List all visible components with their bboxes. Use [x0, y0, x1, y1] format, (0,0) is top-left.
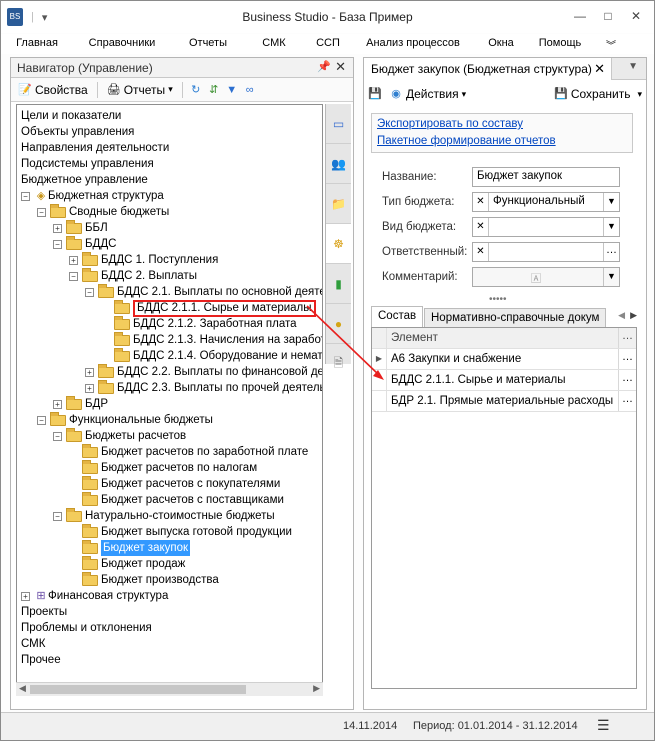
- status-date: 14.11.2014: [343, 720, 398, 732]
- status-period: Период: 01.01.2014 - 31.12.2014: [413, 720, 578, 732]
- annotation-arrow: [306, 305, 384, 380]
- app-window: BS | ▾ Business Studio - База Пример — □…: [0, 0, 655, 741]
- status-list-icon[interactable]: ☰: [597, 717, 610, 734]
- status-bar: 14.11.2014 Период: 01.01.2014 - 31.12.20…: [1, 712, 654, 740]
